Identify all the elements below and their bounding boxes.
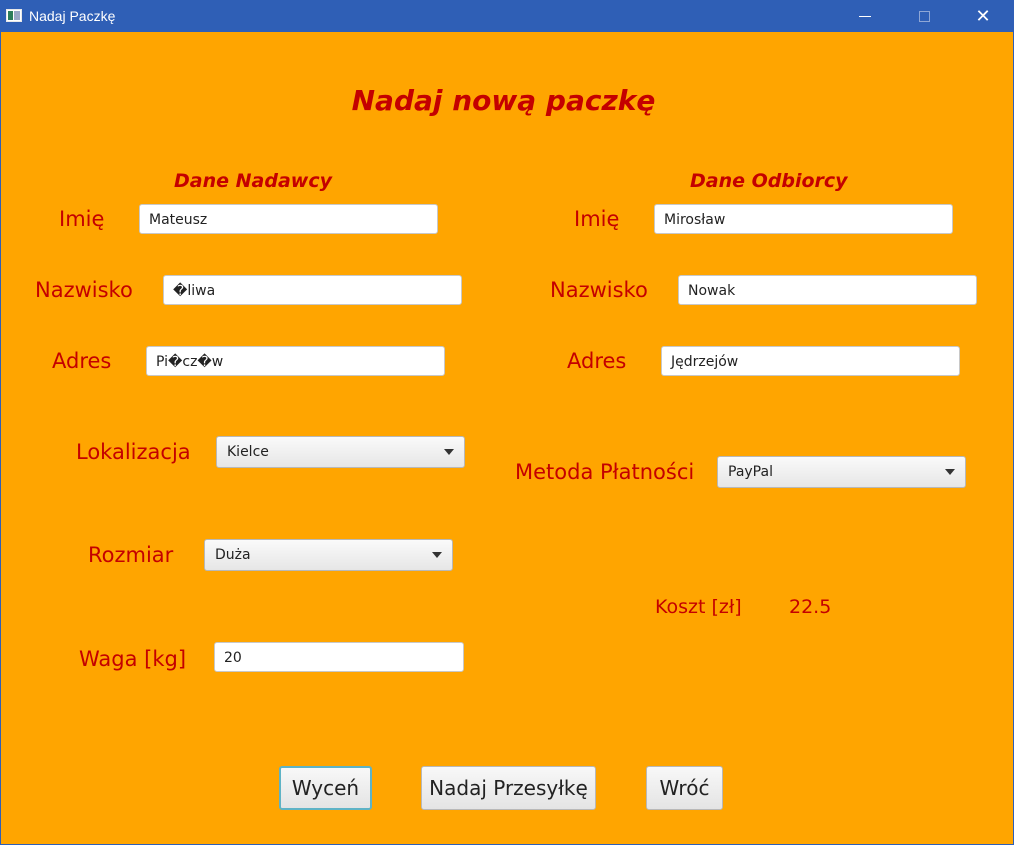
sender-section-title: Dane Nadawcy <box>174 170 332 192</box>
size-select[interactable]: Duża <box>204 539 453 571</box>
location-label: Lokalizacja <box>76 440 191 464</box>
title-bar: Nadaj Paczkę ✕ <box>0 0 1014 32</box>
back-button[interactable]: Wróć <box>646 766 723 810</box>
estimate-button[interactable]: Wyceń <box>279 766 372 810</box>
sender-first-name-field[interactable]: Mateusz <box>139 204 438 234</box>
cost-value: 22.5 <box>789 596 832 618</box>
sender-address-field[interactable]: Pi�cz�w <box>146 346 445 376</box>
recipient-first-name-field[interactable]: Mirosław <box>654 204 953 234</box>
recipient-first-name-label: Imię <box>574 207 620 231</box>
maximize-button[interactable] <box>901 0 947 32</box>
payment-method-select[interactable]: PayPal <box>717 456 966 488</box>
recipient-last-name-field[interactable]: Nowak <box>678 275 977 305</box>
payment-method-label: Metoda Płatności <box>515 460 695 484</box>
chevron-down-icon <box>432 552 442 558</box>
send-parcel-button[interactable]: Nadaj Przesyłkę <box>421 766 596 810</box>
sender-last-name-field[interactable]: �liwa <box>163 275 462 305</box>
chevron-down-icon <box>444 449 454 455</box>
weight-field[interactable]: 20 <box>214 642 464 672</box>
location-value: Kielce <box>227 444 269 460</box>
chevron-down-icon <box>945 469 955 475</box>
recipient-section-title: Dane Odbiorcy <box>690 170 848 192</box>
recipient-last-name-label: Nazwisko <box>550 278 648 302</box>
sender-last-name-label: Nazwisko <box>35 278 133 302</box>
recipient-address-label: Adres <box>567 349 627 373</box>
weight-label: Waga [kg] <box>79 647 187 671</box>
recipient-address-field[interactable]: Jędrzejów <box>661 346 960 376</box>
close-button[interactable]: ✕ <box>960 0 1006 32</box>
form-window: Nadaj nową paczkę Dane Nadawcy Dane Odbi… <box>1 32 1013 844</box>
app-window-icon <box>6 9 22 22</box>
cost-label: Koszt [zł] <box>655 596 742 618</box>
sender-first-name-label: Imię <box>59 207 105 231</box>
close-icon: ✕ <box>975 5 991 26</box>
sender-address-label: Adres <box>52 349 112 373</box>
size-value: Duża <box>215 547 251 563</box>
page-title: Nadaj nową paczkę <box>351 84 656 117</box>
minimize-icon <box>859 15 871 17</box>
location-select[interactable]: Kielce <box>216 436 465 468</box>
window-title: Nadaj Paczkę <box>29 8 116 24</box>
size-label: Rozmiar <box>88 543 174 567</box>
payment-method-value: PayPal <box>728 464 773 480</box>
minimize-button[interactable] <box>842 0 888 32</box>
maximize-icon <box>918 10 930 22</box>
